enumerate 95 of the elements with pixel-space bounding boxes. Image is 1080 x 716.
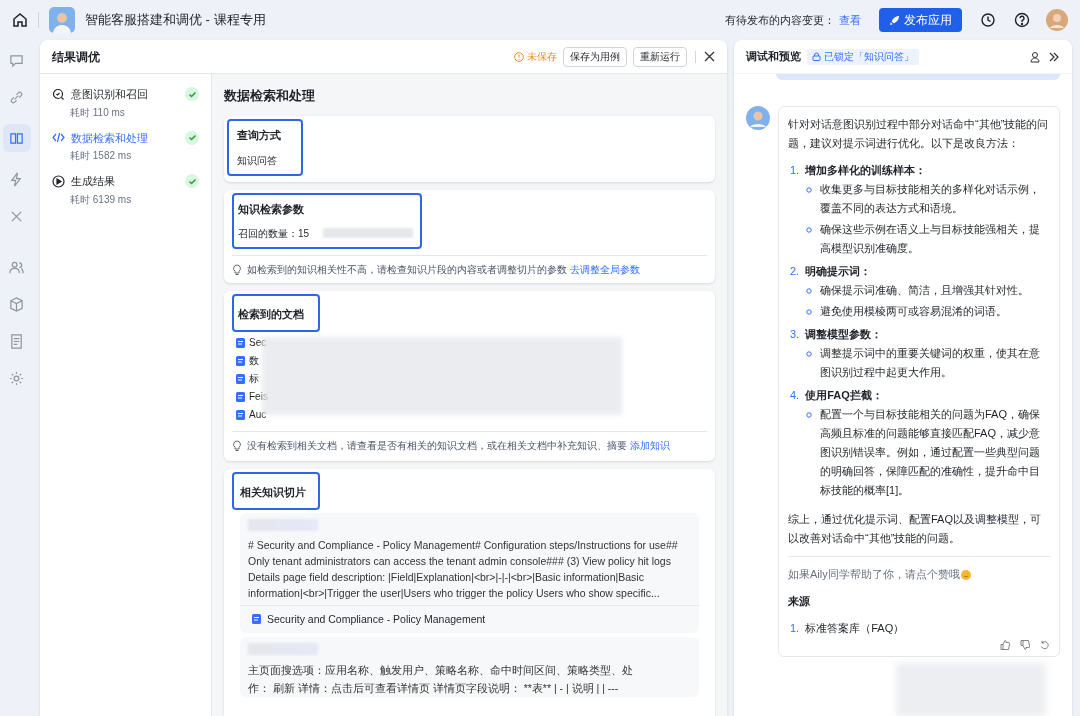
retry-icon[interactable] <box>1040 640 1050 651</box>
field-value: 知识问答 <box>237 154 278 168</box>
bullet-icon <box>806 288 812 295</box>
step-duration: 耗时 110 ms <box>69 105 126 120</box>
list-item-text: 收集更多与目标技能相关的多样化对话示例，覆盖不同的表达方式和语境。 <box>820 182 1041 217</box>
list-number: 1. <box>790 621 800 637</box>
warning-icon <box>514 51 524 62</box>
lightning-icon[interactable] <box>9 171 24 187</box>
chunk-text: 主页面搜选项：应用名称、触发用户、策略名称、命中时间区间、策略类型、处 <box>247 663 634 679</box>
field-label: 查询方式 <box>237 127 282 143</box>
step-icon <box>52 131 65 145</box>
step-duration: 耗时 6139 ms <box>69 192 133 207</box>
sources-title: 来源 <box>788 594 811 610</box>
field-label: 相关知识切片 <box>240 485 306 498</box>
document-name[interactable]: Auc <box>249 407 267 422</box>
list-item-text: 确保提示词准确、简洁，且增强其针对性。 <box>820 283 1029 299</box>
adjust-params-link[interactable]: 去调整全局参数 <box>570 261 640 277</box>
document-icon <box>236 355 245 366</box>
lightbulb-icon <box>232 263 242 275</box>
list-item-text: 避免使用模棱两可或容易混淆的词语。 <box>820 304 1007 320</box>
tip-text: 如检索到的知识相关性不高，请检查知识片段的内容或者调整切片的参数 <box>247 262 567 277</box>
smiley-icon <box>960 569 971 580</box>
step-icon <box>52 174 65 188</box>
add-knowledge-link[interactable]: 添加知识 <box>630 437 670 453</box>
panel-title: 调试和预览 <box>746 49 801 65</box>
list-item-text: 确保这些示例在语义上与目标技能强相关，提高模型识别准确度。 <box>820 222 1041 257</box>
bullet-icon <box>806 309 812 316</box>
document-icon <box>236 337 245 348</box>
feedback-prompt: 如果Aily同学帮助了你，请点个赞哦 <box>788 567 960 583</box>
collapse-icon[interactable] <box>1048 50 1060 63</box>
text-button[interactable]: 保存为用例 <box>563 46 627 67</box>
message-paragraph: 针对对话意图识别过程中部分对话命中“其他”技能的问题，建议对提示词进行优化。以下是改良方法： <box>788 117 1050 152</box>
thumbs-up-icon[interactable] <box>1000 640 1010 651</box>
document-name[interactable]: Sec <box>249 335 267 350</box>
bullet-icon <box>806 187 812 194</box>
close-icon[interactable] <box>704 51 715 62</box>
document-icon <box>236 391 245 402</box>
list-number: 3. <box>790 327 800 343</box>
section-title: 数据检索和处理 <box>224 87 316 105</box>
publish-button[interactable]: 发布应用 <box>879 8 962 32</box>
rocket-icon <box>889 14 900 26</box>
book-icon[interactable] <box>9 130 24 146</box>
bullet-icon <box>806 351 812 358</box>
message-paragraph: 综上，通过优化提示词、配置FAQ以及调整模型，可以改善对话命中“其他”技能的问题。 <box>788 512 1042 547</box>
document-icon <box>236 373 245 384</box>
step-icon <box>52 87 65 101</box>
nav-item[interactable] <box>2 124 31 152</box>
view-link[interactable]: 查看 <box>839 11 861 29</box>
list-heading: 增加多样化的训练样本： <box>805 163 927 179</box>
bullet-icon <box>806 412 812 419</box>
source-document[interactable]: Security and Compliance - Policy Management <box>267 611 486 628</box>
list-heading: 明确提示词： <box>805 264 872 280</box>
document-name[interactable]: 数 <box>249 353 259 368</box>
document-icon <box>252 614 261 625</box>
help-icon[interactable] <box>1014 12 1030 28</box>
source-link[interactable]: 标准答案库（FAQ） <box>805 619 905 639</box>
list-number: 1. <box>790 163 800 179</box>
panel-title: 结果调优 <box>52 48 100 66</box>
unsaved-status: 未保存 <box>527 50 557 64</box>
document-name[interactable]: Feis <box>249 389 268 404</box>
list-heading: 使用FAQ拦截： <box>805 388 883 404</box>
text-button[interactable]: 重新运行 <box>633 46 687 67</box>
user-avatar[interactable] <box>1046 9 1068 31</box>
chunk-text: 作： 刷新 详情：点击后可查看详情页 详情页字段说明： **表** | - | 说明 | | --- <box>247 681 620 697</box>
bot-avatar <box>746 106 770 131</box>
step-item[interactable]: 生成结果 <box>52 173 199 190</box>
field-value: 召回的数量：15 <box>238 226 310 241</box>
field-label: 检索到的文档 <box>238 307 304 320</box>
locked-badge: 已锁定「知识问答」 <box>807 48 919 65</box>
cube-icon[interactable] <box>9 296 24 312</box>
link-icon[interactable] <box>9 89 24 105</box>
history-icon[interactable] <box>980 12 996 28</box>
document-icon[interactable] <box>9 333 24 349</box>
field-label: 知识检索参数 <box>238 202 305 217</box>
lightbulb-icon <box>232 439 242 451</box>
document-icon <box>236 409 245 420</box>
chunk-text: # Security and Compliance - Policy Management# Configuration steps/Instructions for use## Only tenant administrators can access the tenant admin console### (3) View policy hit logs Details page field description: |Field|Explanation|<br>|-|-|<br>|Basic information|Basic information|<br>|Trigger the user|Users who trigger the policy Users who show specific... <box>247 537 679 601</box>
pending-changes-label: 有待发布的内容变更： <box>725 12 835 28</box>
list-item-text: 配置一个与目标技能相关的问题为FAQ，确保高频且标准的问题能够直接匹配FAQ，减少意图识别错误率。例如，通过配置一些典型问题的明确回答，保障匹配的准确性，提升命中目标技能的概率[1]。 <box>820 407 1041 499</box>
settings-icon[interactable] <box>9 370 24 386</box>
list-number: 2. <box>790 264 800 280</box>
list-heading: 调整模型参数： <box>805 327 883 343</box>
thumbs-down-icon[interactable] <box>1020 640 1030 651</box>
list-item-text: 调整提示词中的重要关键词的权重，使其在意图识别过程中起更大作用。 <box>820 346 1041 381</box>
app-avatar <box>49 7 75 33</box>
bullet-icon <box>806 227 812 234</box>
list-number: 4. <box>790 388 800 404</box>
tip-text: 没有检索到相关文档，请查看是否有相关的知识文档，或在相关文档中补充知识、摘要 <box>247 438 627 453</box>
chat-icon[interactable] <box>9 52 24 68</box>
step-item[interactable]: 意图识别和召回 <box>52 86 199 103</box>
home-icon[interactable] <box>12 12 28 28</box>
step-duration: 耗时 1582 ms <box>69 149 133 163</box>
step-item[interactable]: 数据检索和处理 <box>52 129 199 146</box>
app-title: 智能客服搭建和调优 - 课程专用 <box>85 11 266 30</box>
document-name[interactable]: 标 <box>249 371 259 386</box>
